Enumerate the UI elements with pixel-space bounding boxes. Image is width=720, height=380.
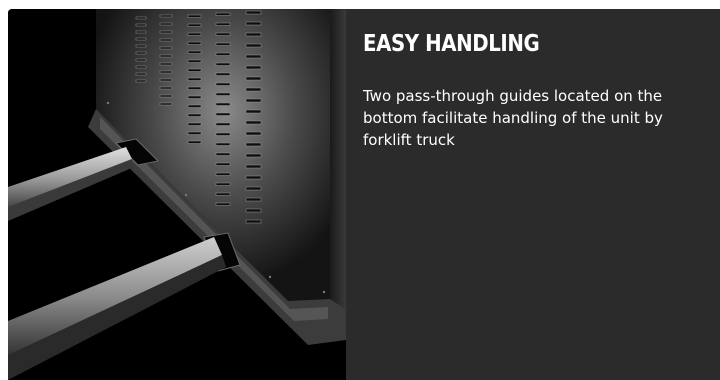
feature-card: EASY HANDLING Two pass-through guides lo… <box>8 9 720 380</box>
feature-description: Two pass-through guides located on the b… <box>363 87 663 149</box>
feature-title: EASY HANDLING <box>363 31 540 57</box>
product-photo <box>8 9 346 380</box>
forklift-illustration <box>8 9 346 380</box>
feature-text-panel: EASY HANDLING Two pass-through guides lo… <box>346 9 720 380</box>
